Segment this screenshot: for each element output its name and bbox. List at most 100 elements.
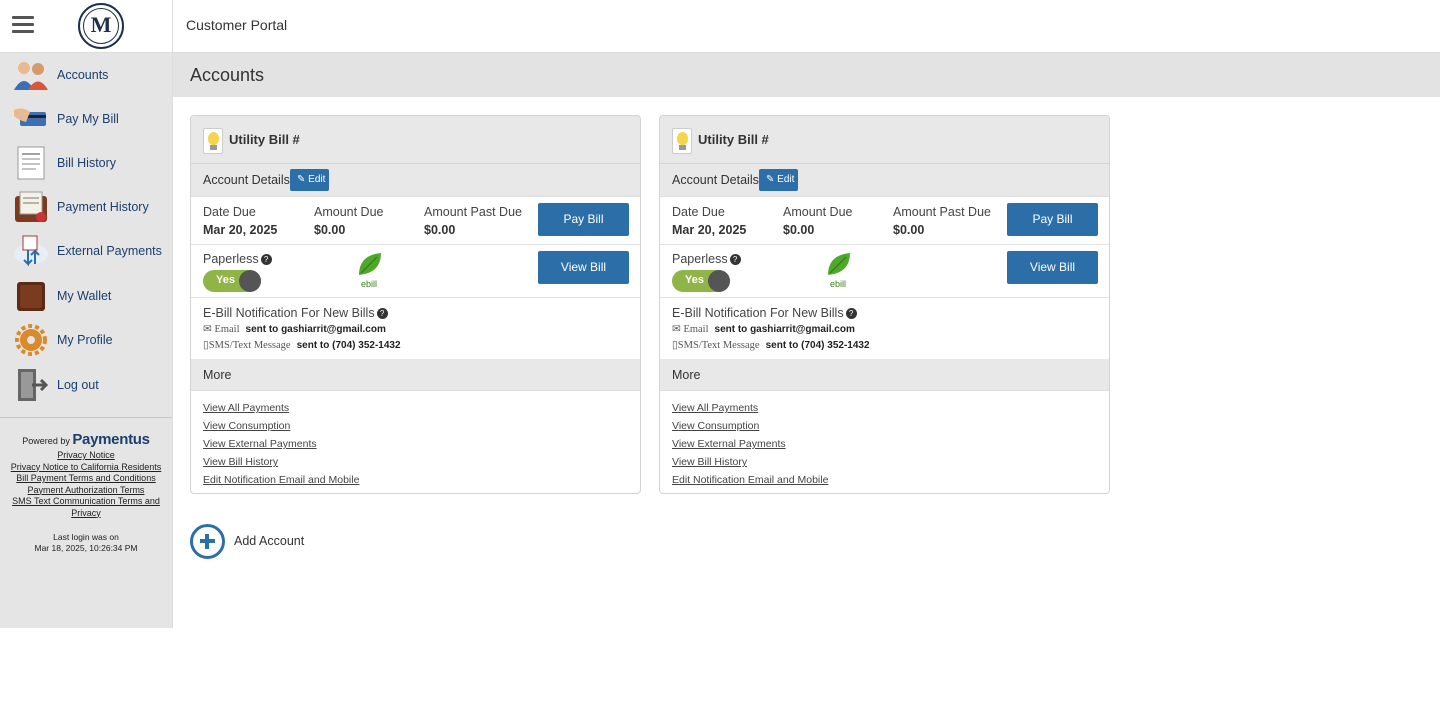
sidebar-item-label: My Profile [57,333,113,347]
sidebar-item-log-out[interactable]: Log out [0,365,172,405]
sidebar-item-external-payments[interactable]: External Payments [0,231,172,271]
legal-links: Privacy Notice Privacy Notice to Califor… [8,450,164,519]
card-title: Utility Bill # [698,132,769,147]
notification-row: E-Bill Notification For New Bills? ✉ Ema… [191,298,640,360]
paperless-text: Paperless [672,252,728,266]
account-details-label: Account Details [672,173,759,187]
logout-icon [18,369,49,401]
help-icon[interactable]: ? [845,308,857,319]
powered-by-text: Powered by [22,436,70,446]
more-links: View All Payments View Consumption View … [672,399,828,489]
paperless-row: Paperless? Yes ebill View Bill [191,245,640,298]
bill-payment-terms-link[interactable]: Bill Payment Terms and Conditions [8,473,164,485]
paymentus-logo: Paymentus [72,431,150,448]
california-privacy-link[interactable]: Privacy Notice to California Residents [8,462,164,474]
amount-due-label: Amount Due [783,205,853,219]
due-row: Date Due Mar 20, 2025 Amount Due $0.00 A… [191,197,640,245]
account-details-band: Account Details ✎ Edit [660,164,1109,197]
view-bill-history-link[interactable]: View Bill History [672,453,828,471]
sidebar-item-accounts[interactable]: Accounts [0,55,172,95]
past-due-label: Amount Past Due [893,205,991,219]
sms-sent-to: sent to (704) 352-1432 [765,340,870,351]
sms-terms-link[interactable]: SMS Text Communication Terms and Privacy [8,496,164,519]
pay-bill-button[interactable]: Pay Bill [538,203,629,236]
date-due-value: Mar 20, 2025 [203,223,278,237]
sidebar-item-payment-history[interactable]: Payment History [0,187,172,227]
sidebar-item-bill-history[interactable]: Bill History [0,143,172,183]
sidebar-divider [0,417,172,418]
town-seal-logo[interactable]: M [78,3,124,49]
external-payments-icon [14,235,48,267]
sms-notification: ▯SMS/Text Message sent to (704) 352-1432 [203,339,401,351]
pay-bill-icon [14,108,46,126]
due-row: Date Due Mar 20, 2025 Amount Due $0.00 A… [660,197,1109,245]
more-links: View All Payments View Consumption View … [203,399,359,489]
accounts-icon [14,62,48,90]
help-icon[interactable]: ? [260,254,272,265]
card-header: Utility Bill # [660,116,1109,164]
view-consumption-link[interactable]: View Consumption [203,417,359,435]
sidebar-item-label: External Payments [57,244,162,258]
sidebar-item-label: Bill History [57,156,117,170]
page-header: Accounts [173,53,1440,97]
paperless-row: Paperless? Yes ebill View Bill [660,245,1109,298]
edit-button[interactable]: ✎ Edit [759,169,798,191]
account-details-label: Account Details [203,173,290,187]
wallet-icon [17,282,45,311]
envelope-icon: ✉ [672,324,684,335]
last-login-value: Mar 18, 2025, 10:26:34 PM [34,543,138,553]
notification-title: E-Bill Notification For New Bills? [672,306,857,320]
plus-circle-icon [190,523,225,559]
edit-label: Edit [777,174,795,185]
sidebar-item-label: Accounts [57,68,109,82]
add-account-label: Add Account [234,534,305,548]
view-external-payments-link[interactable]: View External Payments [672,435,828,453]
help-icon[interactable]: ? [376,308,388,319]
account-details-band: Account Details ✎ Edit [191,164,640,197]
paperless-toggle[interactable]: Yes [672,270,730,292]
date-due-value: Mar 20, 2025 [672,223,747,237]
payment-authorization-terms-link[interactable]: Payment Authorization Terms [8,485,164,497]
view-bill-history-link[interactable]: View Bill History [203,453,359,471]
envelope-icon: ✉ [203,324,215,335]
pay-bill-button[interactable]: Pay Bill [1007,203,1098,236]
paperless-text: Paperless [203,252,259,266]
view-all-payments-link[interactable]: View All Payments [672,399,828,417]
view-external-payments-link[interactable]: View External Payments [203,435,359,453]
hamburger-menu-icon[interactable] [12,16,34,34]
view-all-payments-link[interactable]: View All Payments [203,399,359,417]
sidebar-item-label: Pay My Bill [57,112,119,126]
sms-sent-to: sent to (704) 352-1432 [296,340,401,351]
past-due-value: $0.00 [424,223,456,237]
powered-by: Powered by Paymentus [0,431,172,448]
email-notification: ✉ Email sent to gashiarrit@gmail.com [203,323,386,335]
paperless-label: Paperless? [203,252,272,266]
notification-title-text: E-Bill Notification For New Bills [672,306,844,320]
add-account-button[interactable]: Add Account [190,523,304,559]
payment-history-icon [15,191,47,222]
more-label: More [672,368,701,382]
view-consumption-link[interactable]: View Consumption [672,417,828,435]
email-kind: Email [214,324,240,335]
edit-notification-link[interactable]: Edit Notification Email and Mobile [672,471,828,489]
more-band: More [191,359,640,391]
sidebar-item-my-wallet[interactable]: My Wallet [0,276,172,316]
amount-due-value: $0.00 [314,223,346,237]
amount-due-label: Amount Due [314,205,384,219]
edit-button[interactable]: ✎ Edit [290,169,329,191]
paperless-toggle[interactable]: Yes [203,270,261,292]
privacy-notice-link[interactable]: Privacy Notice [8,450,164,462]
ebill-leaf-icon [828,253,850,275]
bill-history-icon [17,146,45,180]
help-icon[interactable]: ? [729,254,741,265]
sms-kind: SMS/Text Message [208,340,291,351]
sidebar-item-pay-my-bill[interactable]: Pay My Bill [0,99,172,139]
account-card: Utility Bill # Account Details ✎ Edit Da… [659,115,1110,494]
view-bill-button[interactable]: View Bill [538,251,629,284]
view-bill-button[interactable]: View Bill [1007,251,1098,284]
email-sent-to: sent to gashiarrit@gmail.com [245,324,386,335]
sidebar-item-my-profile[interactable]: My Profile [0,320,172,360]
sidebar-item-label: My Wallet [57,289,112,303]
edit-notification-link[interactable]: Edit Notification Email and Mobile [203,471,359,489]
last-login: Last login was on Mar 18, 2025, 10:26:34… [0,532,172,554]
